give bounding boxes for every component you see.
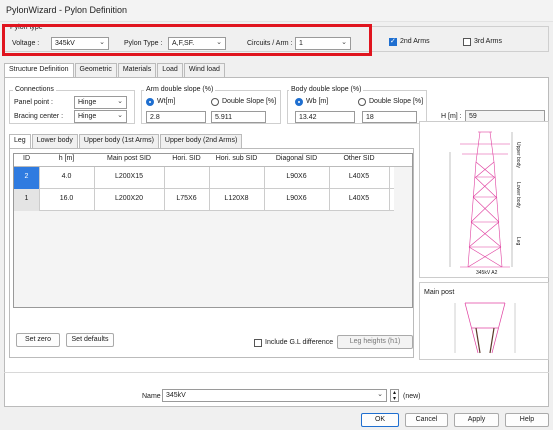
set-defaults-button[interactable]: Set defaults (66, 333, 114, 347)
include-gl-label: Include G.L difference (265, 339, 334, 346)
column-divider (389, 167, 390, 211)
table-row[interactable]: 2 4.0 L200X15 L90X6 L40X5 (14, 167, 394, 189)
arms-2nd-label: 2nd Arms (400, 38, 430, 45)
body-double-slope-radio[interactable] (358, 98, 366, 106)
structure-table[interactable]: ID h [m] Main post SID Hori. SID Hori. s… (13, 153, 413, 308)
tab-upper-body-1st[interactable]: Upper body (1st Arms) (78, 134, 159, 148)
column-header: h [m] (58, 155, 75, 162)
arms-2nd-checkbox[interactable] (389, 37, 397, 46)
cancel-button[interactable]: Cancel (405, 413, 448, 427)
table-cell[interactable]: 1 (14, 189, 39, 211)
bracing-center-label: Bracing center : (14, 113, 64, 120)
window-title: PylonWizard - Pylon Definition (6, 5, 128, 15)
tab-leg[interactable]: Leg (9, 134, 31, 148)
panel-point-label: Panel point : (14, 99, 53, 106)
wt-input[interactable]: 2.8 (146, 111, 206, 123)
wt-label: Wt[m] (157, 98, 176, 105)
arms-3rd-label: 3rd Arms (474, 38, 503, 45)
column-header: Hori. sub SID (215, 155, 258, 162)
main-post-label: Main post (424, 289, 455, 296)
highlight-box (2, 24, 372, 56)
apply-button[interactable]: Apply (454, 413, 499, 427)
upper-body-label: Upper body (515, 142, 521, 168)
table-cell[interactable]: 4.0 (39, 167, 94, 187)
table-row[interactable]: 1 16.0 L200X20 L75X6 L120X8 L90X6 L40X5 (14, 189, 394, 211)
chevron-down-icon: ⌄ (117, 98, 123, 105)
tab-load[interactable]: Load (157, 63, 183, 77)
column-header: Hori. SID (172, 155, 201, 162)
arm-double-slope-label: Double Slope [%] (222, 98, 277, 105)
column-divider (164, 167, 165, 211)
bracing-center-select[interactable]: Hinge ⌄ (74, 110, 127, 123)
table-cell[interactable]: L120X8 (209, 189, 264, 209)
main-post-preview: Main post (419, 282, 549, 360)
table-cell[interactable]: L40X5 (329, 189, 389, 209)
separator (4, 372, 549, 373)
sub-tab-strip: Leg Lower body Upper body (1st Arms) Upp… (9, 134, 243, 148)
height-label: H [m] : (441, 113, 462, 120)
table-cell[interactable]: L200X20 (94, 189, 164, 209)
body-double-slope-label: Double Slope [%] (369, 98, 424, 105)
chevron-down-icon: ⌄ (117, 112, 123, 119)
column-header: Diagonal SID (275, 155, 318, 162)
column-divider (209, 167, 210, 211)
include-gl-checkbox[interactable] (254, 339, 262, 347)
tab-lower-body[interactable]: Lower body (31, 134, 78, 148)
help-button[interactable]: Help (505, 413, 549, 427)
wb-label: Wb [m] (306, 98, 329, 105)
arm-double-slope-input[interactable]: 5.911 (211, 111, 266, 123)
panel-point-select[interactable]: Hinge ⌄ (74, 96, 127, 109)
wb-radio[interactable] (295, 98, 303, 106)
arm-slope-label: Arm double slope (%) (144, 86, 216, 93)
tab-upper-body-2nd[interactable]: Upper body (2nd Arms) (159, 134, 243, 148)
column-divider (39, 167, 40, 211)
column-header: Main post SID (107, 155, 151, 162)
table-cell[interactable]: 16.0 (39, 189, 94, 209)
table-cell[interactable]: L90X6 (264, 167, 329, 187)
name-select[interactable]: 345kV ⌄ (162, 389, 387, 402)
table-cell[interactable]: L90X6 (264, 189, 329, 209)
tab-geometric[interactable]: Geometric (74, 63, 117, 77)
arms-3rd-checkbox[interactable] (463, 38, 471, 46)
leg-label: Leg (515, 237, 521, 246)
table-cell[interactable]: L40X5 (329, 167, 389, 187)
table-header: ID h [m] Main post SID Hori. SID Hori. s… (14, 154, 412, 167)
connections-label: Connections (13, 86, 56, 93)
main-tab-strip: Structure Definition Geometric Materials… (4, 63, 225, 77)
tower-lines (460, 131, 510, 268)
ok-button[interactable]: OK (361, 413, 399, 427)
new-label: (new) (403, 393, 421, 400)
arm-double-slope-radio[interactable] (211, 98, 219, 106)
body-double-slope-input[interactable]: 18 (362, 111, 417, 123)
tab-wind-load[interactable]: Wind load (183, 63, 225, 77)
bracing-center-value: Hinge (78, 113, 97, 120)
body-slope-label: Body double slope (%) (289, 86, 364, 93)
name-value: 345kV (166, 392, 186, 399)
column-header: ID (23, 155, 30, 162)
title-bar: PylonWizard - Pylon Definition (0, 0, 553, 22)
tab-structure-definition[interactable]: Structure Definition (4, 63, 74, 77)
tower-preview: Upper body Lower body Leg 345kV A2 (419, 121, 549, 278)
tower-caption: 345kV A2 (476, 270, 498, 276)
lower-body-label: Lower body (515, 182, 521, 208)
wb-input[interactable]: 13.42 (295, 111, 355, 123)
table-cell[interactable]: L75X6 (164, 189, 209, 209)
set-zero-button[interactable]: Set zero (16, 333, 60, 347)
table-cell[interactable]: 2 (14, 167, 39, 189)
column-divider (329, 167, 330, 211)
table-cell[interactable]: L200X15 (94, 167, 164, 187)
column-divider (94, 167, 95, 211)
name-label: Name (142, 393, 161, 400)
tower-diagram (449, 131, 513, 268)
table-body: 2 4.0 L200X15 L90X6 L40X5 1 16.0 L200X20… (14, 167, 394, 211)
wt-radio[interactable] (146, 98, 154, 106)
column-header: Other SID (343, 155, 375, 162)
column-divider (264, 167, 265, 211)
leg-heights-button[interactable]: Leg heights (h1) (337, 335, 413, 349)
name-spinner[interactable]: ▴ ▾ (390, 389, 399, 402)
tab-materials[interactable]: Materials (117, 63, 157, 77)
chevron-down-icon: ⌄ (377, 391, 383, 398)
panel-point-value: Hinge (78, 99, 97, 106)
